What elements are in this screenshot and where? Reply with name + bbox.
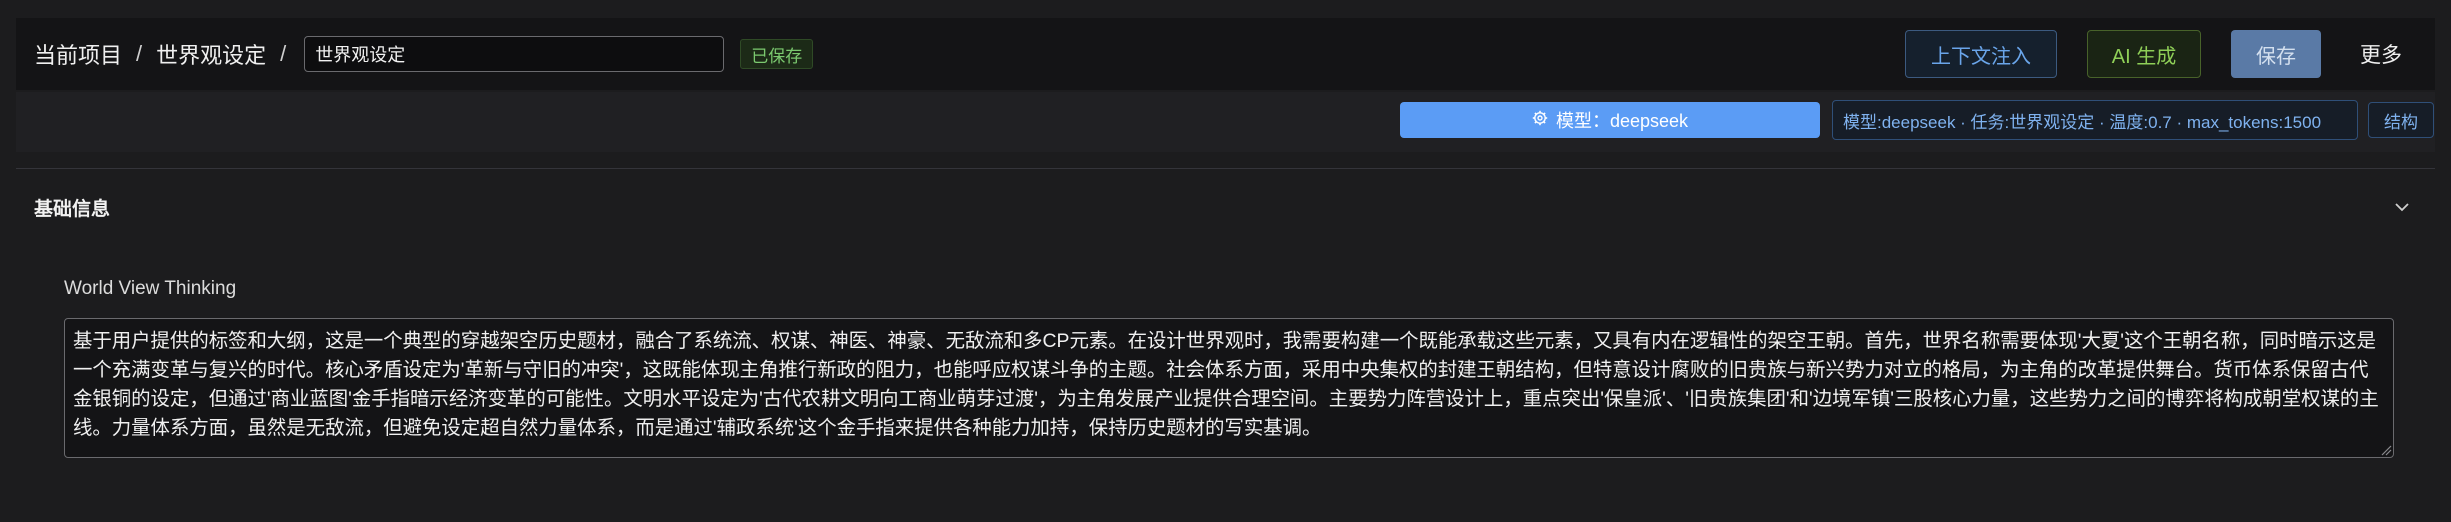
section-title[interactable]: 基础信息 — [34, 194, 110, 221]
header-bar: 当前项目 / 世界观设定 / 已保存 上下文注入 AI 生成 保存 更多 — [16, 18, 2435, 90]
model-select-label: 模型：deepseek — [1555, 111, 1689, 131]
model-info-tag: 模型:deepseek · 任务:世界观设定 · 温度:0.7 · max_to… — [1832, 100, 2358, 140]
breadcrumb-section[interactable]: 世界观设定 — [156, 38, 266, 70]
chevron-down-icon[interactable] — [2391, 196, 2413, 218]
more-button[interactable]: 更多 — [2351, 30, 2411, 78]
breadcrumb-separator: / — [280, 41, 287, 66]
field-label: World View Thinking — [64, 278, 237, 299]
gear-icon — [1532, 110, 1548, 131]
ai-generate-button[interactable]: AI 生成 — [2087, 30, 2201, 78]
section-divider — [16, 168, 2435, 169]
resize-handle-icon[interactable] — [2380, 444, 2392, 456]
saved-status-badge: 已保存 — [740, 39, 814, 69]
breadcrumb-separator: / — [136, 41, 143, 66]
world-view-thinking-textarea[interactable]: 基于用户提供的标签和大纲，这是一个典型的穿越架空历史题材，融合了系统流、权谋、神… — [64, 318, 2394, 458]
save-button[interactable]: 保存 — [2231, 30, 2321, 78]
page: 当前项目 / 世界观设定 / 已保存 上下文注入 AI 生成 保存 更多 — [0, 0, 2451, 522]
model-toolbar: 模型：deepseek 模型:deepseek · 任务:世界观设定 · 温度:… — [16, 92, 2435, 152]
model-select-button[interactable]: 模型：deepseek — [1400, 102, 1820, 138]
context-inject-button[interactable]: 上下文注入 — [1905, 30, 2057, 78]
header-actions: 上下文注入 AI 生成 保存 更多 — [1905, 30, 2417, 78]
structure-button[interactable]: 结构 — [2368, 102, 2434, 138]
title-input[interactable] — [304, 36, 725, 72]
breadcrumb-project[interactable]: 当前项目 — [34, 38, 122, 70]
